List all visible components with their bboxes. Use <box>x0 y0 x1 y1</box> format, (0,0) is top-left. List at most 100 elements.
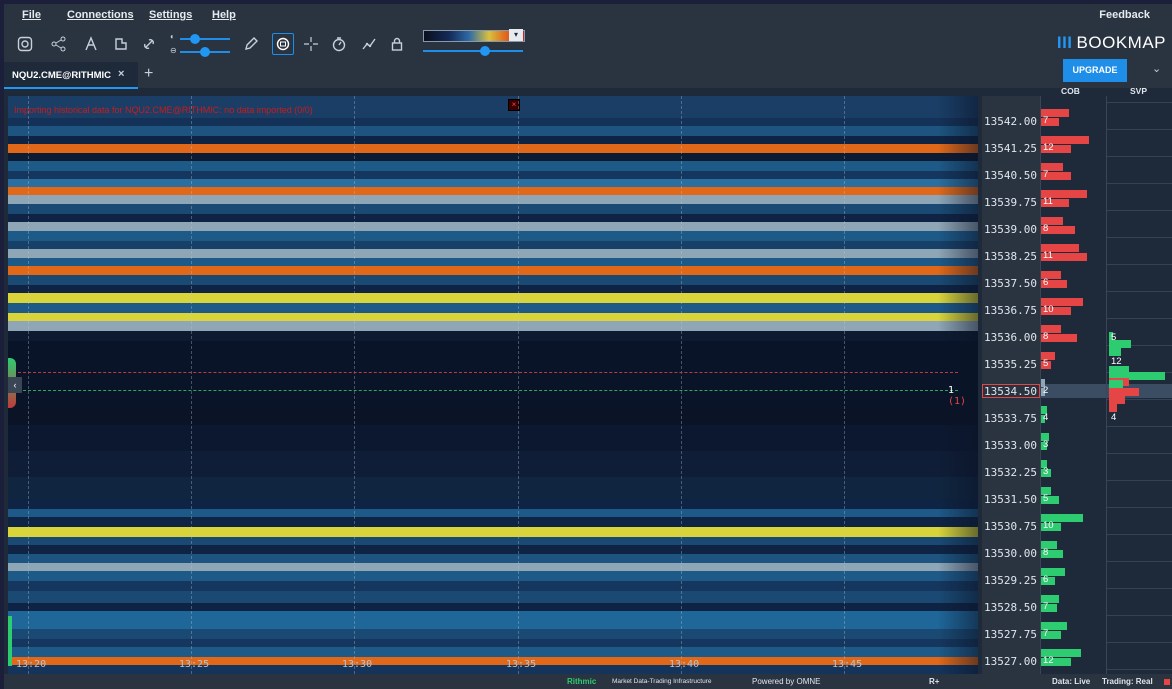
heatmap-band <box>8 258 978 266</box>
heatmap-band <box>8 581 978 591</box>
heatmap-threshold-knob[interactable] <box>480 46 490 56</box>
svp-grid-line <box>1107 156 1172 157</box>
heatmap-band <box>8 275 978 285</box>
time-grid-line <box>518 96 519 674</box>
time-axis-label: 13:25 <box>179 659 210 670</box>
svp-grid-line <box>1107 210 1172 211</box>
time-grid-line <box>354 96 355 674</box>
brightness-slider-knob[interactable] <box>190 34 200 44</box>
trade-size: 1 <box>948 385 955 396</box>
brightness-slider[interactable] <box>180 38 230 40</box>
time-axis-label: 13:45 <box>832 659 863 670</box>
svp-grid-line <box>1107 453 1172 454</box>
svp-grid-line <box>1107 534 1172 535</box>
add-tab-button[interactable]: + <box>144 65 153 83</box>
heatmap-band <box>8 629 978 639</box>
best-bid-line <box>8 390 958 391</box>
link-icon[interactable] <box>138 33 160 55</box>
screenshot-icon[interactable] <box>14 33 36 55</box>
status-bar: Rithmic Market Data-Trading Infrastructu… <box>4 674 1172 689</box>
upgrade-button[interactable]: UPGRADE <box>1063 59 1127 82</box>
cob-count: 10 <box>1043 304 1054 315</box>
current-price-box <box>982 384 1040 398</box>
price-level: 13527.75 <box>984 628 1037 641</box>
svp-grid-line <box>1107 588 1172 589</box>
close-tab-icon[interactable]: × <box>118 68 124 80</box>
svp-header: SVP <box>1130 86 1148 96</box>
heatmap-band <box>8 509 978 517</box>
price-level: 13528.50 <box>984 601 1037 614</box>
heatmap-band <box>8 477 978 499</box>
heatmap-band <box>8 611 978 629</box>
trade-count: (1) <box>948 396 967 407</box>
heatmap-band <box>8 303 978 313</box>
cob-count: 7 <box>1043 169 1049 180</box>
cob-count: 10 <box>1043 520 1054 531</box>
cob-count: 6 <box>1043 277 1049 288</box>
cob-count: 11 <box>1043 250 1053 261</box>
menu-file[interactable]: File <box>22 9 41 21</box>
timer-icon[interactable] <box>328 33 350 55</box>
cob-header: COB <box>1061 86 1080 96</box>
cob-count: 2 <box>1043 385 1049 396</box>
svp-grid-line <box>1107 183 1172 184</box>
heatmap-band <box>8 545 978 554</box>
heatmap-threshold-slider[interactable] <box>423 50 523 52</box>
svp-grid-line <box>1107 264 1172 265</box>
heatmap-band <box>8 425 978 451</box>
heatmap-band <box>8 639 978 647</box>
heatmap-band <box>8 118 978 126</box>
heatmap-band <box>8 266 978 275</box>
time-grid-line <box>681 96 682 674</box>
cob-count: 11 <box>1043 196 1053 207</box>
menu-connections[interactable]: Connections <box>67 9 134 21</box>
plugins-icon[interactable] <box>110 33 132 55</box>
heatmap-band <box>8 231 978 241</box>
cob-count: 8 <box>1043 223 1049 234</box>
heatmap-band <box>8 331 978 341</box>
import-warning-text: Importing historical data for NQU2.CME@R… <box>14 105 313 115</box>
heatmap-band <box>8 187 978 195</box>
indicator-icon[interactable] <box>80 33 102 55</box>
left-volume-marker <box>8 616 12 666</box>
crosshair-icon[interactable] <box>300 33 322 55</box>
pencil-icon[interactable] <box>240 33 262 55</box>
heatmap-band <box>8 126 978 136</box>
color-scale-dropdown-icon[interactable]: ▾ <box>509 29 523 41</box>
share-icon[interactable] <box>48 33 70 55</box>
cob-column: 7 12 7 11 8 11 6 10 8 5 2 4 3 3 5 10 8 6 7 7 12 <box>1040 96 1107 674</box>
feedback-link[interactable]: Feedback <box>1099 9 1150 21</box>
svp-grid-line <box>1107 480 1172 481</box>
chat-icon[interactable] <box>272 33 294 55</box>
price-level: 13527.00 <box>984 655 1037 668</box>
heatmap-band <box>8 517 978 527</box>
trend-icon[interactable] <box>358 33 380 55</box>
heatmap-band <box>8 285 978 293</box>
cob-count: 12 <box>1043 142 1054 153</box>
current-trade-label: 1 (1) <box>948 385 978 407</box>
collapse-left-icon[interactable]: ‹ <box>8 377 22 393</box>
brightness-icon: ◐ <box>170 32 175 41</box>
lock-icon[interactable] <box>386 33 408 55</box>
time-grid-line <box>191 96 192 674</box>
svp-count: 12 <box>1111 356 1122 367</box>
tab-instrument[interactable]: NQU2.CME@RITHMIC × <box>4 62 138 89</box>
contrast-icon: ⊖ <box>170 46 177 55</box>
heatmap-band <box>8 405 978 425</box>
heatmap-chart[interactable]: Importing historical data for NQU2.CME@R… <box>8 96 978 674</box>
price-ladder[interactable]: 13542.00 13541.25 13540.50 13539.75 13539.00… <box>982 96 1040 674</box>
svp-count: 5 <box>1111 332 1117 343</box>
heatmap-band <box>8 591 978 603</box>
price-level: 13530.00 <box>984 547 1037 560</box>
menu-help[interactable]: Help <box>212 9 236 21</box>
trading-status: Trading: Real <box>1102 677 1153 686</box>
price-level: 13542.00 <box>984 115 1037 128</box>
heatmap-band <box>8 381 978 405</box>
heatmap-band <box>8 293 978 303</box>
svp-grid-line <box>1107 507 1172 508</box>
menu-bar: File Connections Settings Help Feedback <box>4 4 1172 26</box>
contrast-slider-knob[interactable] <box>200 47 210 57</box>
menu-settings[interactable]: Settings <box>149 9 192 21</box>
chevron-down-icon[interactable]: ⌄ <box>1152 62 1161 75</box>
cob-count: 4 <box>1043 412 1049 423</box>
